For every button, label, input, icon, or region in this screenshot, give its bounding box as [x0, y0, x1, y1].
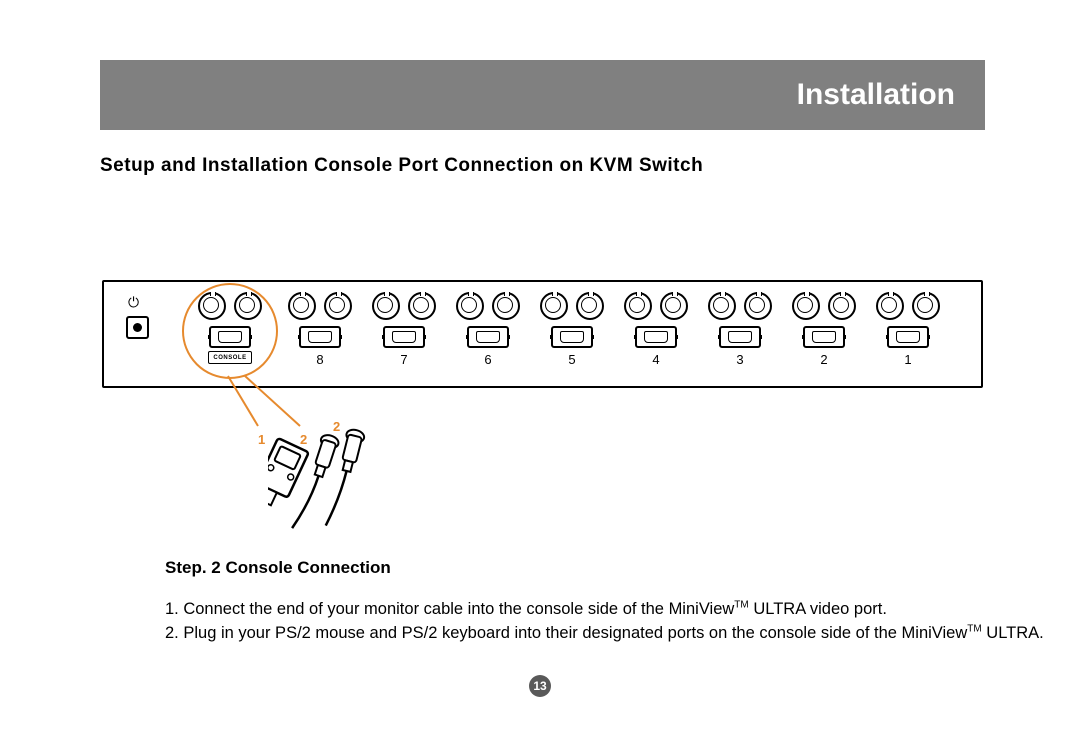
port-group-2: 2	[792, 292, 856, 367]
ps2-port	[324, 292, 352, 320]
ps2-port	[792, 292, 820, 320]
console-ps2-mouse-port	[198, 292, 226, 320]
power-icon: ⏻	[128, 294, 139, 311]
port-number-label: 2	[820, 352, 827, 367]
vga-port	[719, 326, 761, 348]
vga-port	[299, 326, 341, 348]
ps2-port	[372, 292, 400, 320]
ps2-port	[876, 292, 904, 320]
text-fragment: 2. Plug in your PS/2 mouse and PS/2 keyb…	[165, 624, 967, 642]
step-heading: Step. 2 Console Connection	[165, 558, 391, 578]
ps2-port	[708, 292, 736, 320]
ps2-port	[912, 292, 940, 320]
port-group-7: 7	[372, 292, 436, 367]
vga-port	[467, 326, 509, 348]
port-number-label: 4	[652, 352, 659, 367]
ps2-port	[456, 292, 484, 320]
callout-number-1: 1	[258, 432, 265, 447]
header-band: Installation	[100, 60, 985, 130]
vga-port	[551, 326, 593, 348]
page-title: Installation	[797, 78, 955, 112]
trademark-icon: TM	[967, 624, 981, 635]
vga-port	[383, 326, 425, 348]
port-group-8: 8	[288, 292, 352, 367]
port-group-4: 4	[624, 292, 688, 367]
text-fragment: ULTRA.	[982, 624, 1044, 642]
ps2-port	[540, 292, 568, 320]
port-group-5: 5	[540, 292, 604, 367]
ps2-port	[576, 292, 604, 320]
ps2-port	[744, 292, 772, 320]
step-prefix: Step. 2	[165, 558, 225, 577]
instruction-line-2: 2. Plug in your PS/2 mouse and PS/2 keyb…	[165, 622, 1045, 644]
text-fragment: 1. Connect the end of your monitor cable…	[165, 600, 734, 618]
port-number-label: 3	[736, 352, 743, 367]
ps2-port	[408, 292, 436, 320]
console-vga-port	[209, 326, 251, 348]
power-port	[126, 316, 149, 339]
section-heading: Setup and Installation Console Port Conn…	[100, 155, 703, 177]
cable-connectors-icon	[268, 428, 388, 548]
vga-port	[803, 326, 845, 348]
instruction-line-1: 1. Connect the end of your monitor cable…	[165, 598, 985, 620]
ps2-port	[660, 292, 688, 320]
console-port-label: CONSOLE	[208, 351, 252, 364]
port-number-label: 1	[904, 352, 911, 367]
kvm-switch-rear-panel: ⏻ CONSOLE 8 7 6	[102, 280, 983, 388]
vga-port	[635, 326, 677, 348]
step-title: Console Connection	[225, 558, 390, 577]
console-ps2-keyboard-port	[234, 292, 262, 320]
ps2-port	[828, 292, 856, 320]
port-group-3: 3	[708, 292, 772, 367]
page-number-badge: 13	[529, 675, 551, 697]
text-fragment: ULTRA video port.	[749, 600, 887, 618]
port-group-6: 6	[456, 292, 520, 367]
console-port-group: CONSOLE	[198, 292, 262, 364]
trademark-icon: TM	[734, 600, 748, 611]
vga-port	[887, 326, 929, 348]
port-group-1: 1	[876, 292, 940, 367]
manual-page: Installation Setup and Installation Cons…	[0, 0, 1080, 742]
port-number-label: 7	[400, 352, 407, 367]
port-number-label: 8	[316, 352, 323, 367]
ps2-port	[624, 292, 652, 320]
port-number-label: 5	[568, 352, 575, 367]
ps2-port	[288, 292, 316, 320]
port-number-label: 6	[484, 352, 491, 367]
ps2-port	[492, 292, 520, 320]
